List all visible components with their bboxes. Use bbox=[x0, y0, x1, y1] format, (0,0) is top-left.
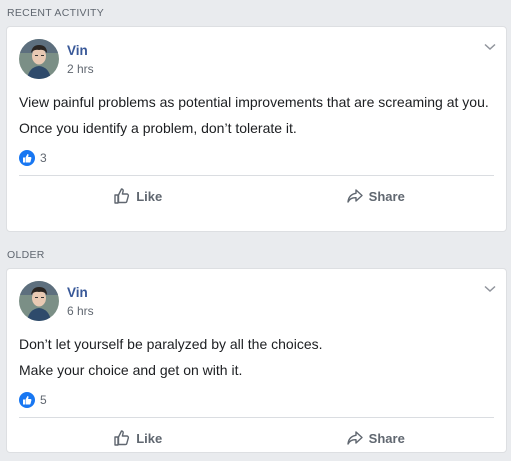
chevron-down-icon[interactable] bbox=[484, 285, 496, 293]
post-meta: Vin 2 hrs bbox=[67, 42, 94, 77]
avatar[interactable] bbox=[19, 281, 59, 321]
section-header-older: OLDER bbox=[7, 249, 45, 261]
share-button[interactable]: Share bbox=[257, 176, 495, 216]
like-label: Like bbox=[136, 430, 163, 446]
like-count: 5 bbox=[40, 393, 47, 407]
chevron-down-icon[interactable] bbox=[484, 43, 496, 51]
post-header: Vin 6 hrs bbox=[7, 269, 506, 321]
section-header-recent: RECENT ACTIVITY bbox=[7, 7, 105, 19]
post-paragraph: View painful problems as potential impro… bbox=[19, 94, 489, 110]
post-body: Don’t let yourself be paralyzed by all t… bbox=[7, 321, 506, 380]
post-paragraph: Once you identify a problem, don’t toler… bbox=[19, 120, 297, 136]
reactions-summary[interactable]: 3 bbox=[7, 145, 506, 169]
share-label: Share bbox=[368, 188, 405, 204]
post-meta: Vin 6 hrs bbox=[67, 284, 94, 319]
thumbs-up-icon bbox=[114, 188, 130, 204]
avatar[interactable] bbox=[19, 39, 59, 79]
author-name[interactable]: Vin bbox=[67, 284, 94, 302]
action-bar: Like Share bbox=[7, 176, 506, 216]
post-card: Vin 2 hrs View painful problems as poten… bbox=[6, 26, 507, 232]
post-card: Vin 6 hrs Don’t let yourself be paralyze… bbox=[6, 268, 507, 453]
author-name[interactable]: Vin bbox=[67, 42, 94, 60]
post-paragraph: Make your choice and get on with it. bbox=[19, 362, 243, 378]
like-label: Like bbox=[136, 188, 163, 204]
like-button[interactable]: Like bbox=[19, 418, 257, 458]
post-time[interactable]: 2 hrs bbox=[67, 61, 94, 77]
post-body: View painful problems as potential impro… bbox=[7, 79, 506, 138]
share-button[interactable]: Share bbox=[257, 418, 495, 458]
like-reaction-icon bbox=[19, 392, 35, 408]
share-label: Share bbox=[368, 430, 405, 446]
share-arrow-icon bbox=[346, 189, 363, 203]
like-reaction-icon bbox=[19, 150, 35, 166]
post-paragraph: Don’t let yourself be paralyzed by all t… bbox=[19, 336, 323, 352]
post-header: Vin 2 hrs bbox=[7, 27, 506, 79]
reactions-summary[interactable]: 5 bbox=[7, 387, 506, 411]
like-count: 3 bbox=[40, 151, 47, 165]
post-time[interactable]: 6 hrs bbox=[67, 303, 94, 319]
thumbs-up-icon bbox=[114, 430, 130, 446]
like-button[interactable]: Like bbox=[19, 176, 257, 216]
share-arrow-icon bbox=[346, 431, 363, 445]
action-bar: Like Share bbox=[7, 418, 506, 458]
